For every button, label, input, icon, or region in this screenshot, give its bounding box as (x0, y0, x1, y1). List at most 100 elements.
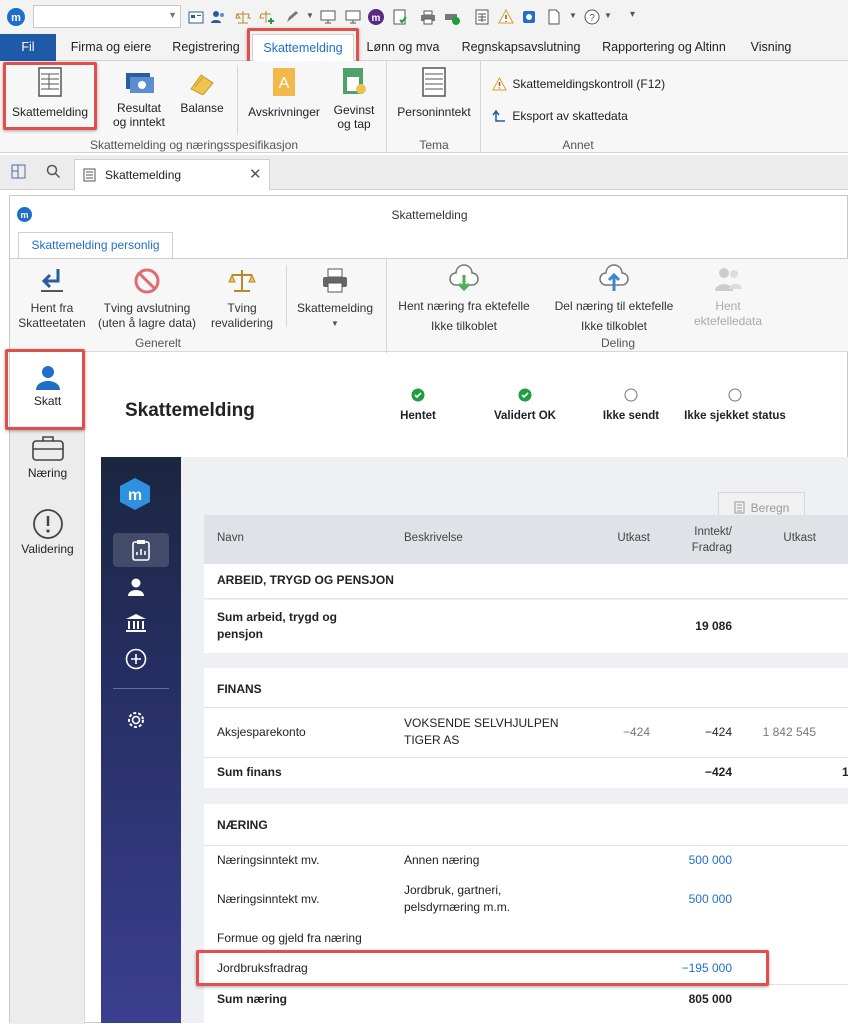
tab-visning[interactable]: Visning (742, 34, 800, 61)
company-select[interactable]: ▼ (33, 5, 181, 28)
scales-icon[interactable] (235, 9, 251, 25)
row-utkast: −424 (622, 725, 650, 739)
ribbon-divider (237, 65, 238, 135)
dropdown-arrow-icon[interactable]: ▼ (306, 11, 314, 20)
nav-clipboard-button[interactable] (113, 533, 169, 567)
help-book-icon[interactable] (521, 9, 537, 25)
ribbon-divider-3 (480, 61, 481, 153)
edit-icon[interactable] (284, 9, 300, 25)
balanse-button[interactable]: Balanse (176, 69, 228, 115)
group-label-generelt: Generelt (134, 336, 182, 350)
sum-label-1: Sum arbeid, trygd og (217, 610, 338, 624)
kontroll-label: Skattemeldingskontroll (F12) (512, 76, 666, 91)
section-title: ARBEID, TRYGD OG PENSJON (217, 573, 394, 587)
row-inntekt-link[interactable]: 500 000 (644, 891, 732, 908)
svg-text:?: ? (589, 13, 595, 24)
table-row[interactable]: Aksjesparekonto VOKSENDE SELVHJULPEN TIGE… (204, 708, 848, 758)
cloud-upload-icon (599, 264, 629, 291)
beregn-label: Beregn (750, 500, 790, 515)
highlight-jordbruksfradrag (196, 950, 769, 986)
gevinst-label-1: Gevinst (333, 103, 375, 117)
row-desc-1: Jordbruk, gartneri, (404, 883, 502, 897)
printer-check-icon[interactable] (444, 9, 460, 25)
checklist-icon[interactable] (392, 9, 408, 25)
hent-ekt-label-1: Hent (715, 299, 741, 313)
document-tab-label: Skattemelding (105, 168, 182, 182)
layout-icon[interactable] (11, 164, 26, 179)
close-icon[interactable]: ✕ (249, 165, 262, 183)
del-naering-status: Ikke tilkoblet (580, 319, 648, 333)
nav-divider (113, 688, 169, 689)
nav-validering[interactable]: Validering (10, 508, 85, 568)
eksport-button[interactable]: Eksport av skattedata (492, 106, 628, 124)
file-tab[interactable]: Fil (0, 34, 56, 61)
table-row[interactable]: Næringsinntekt mv. Annen næring 500 000 (204, 846, 848, 876)
header-utkast-2: Utkast (783, 532, 816, 544)
document-icon[interactable] (546, 9, 562, 25)
personinntekt-button[interactable]: Personinntekt (394, 67, 474, 119)
tab-registrering[interactable]: Registrering (166, 34, 246, 61)
nav-person-icon[interactable] (126, 577, 146, 597)
settings-gear-icon[interactable] (125, 709, 147, 731)
tab-skattemelding-personlig[interactable]: Skattemelding personlig (18, 232, 173, 258)
app-logo-icon: m (7, 8, 25, 26)
customize-icon[interactable]: ▾ (630, 9, 635, 20)
printer-icon[interactable] (420, 9, 436, 25)
scales-add-icon[interactable] (259, 9, 275, 25)
hent-ektefelledata-button[interactable]: Hent ektefelledata (688, 265, 768, 329)
users-icon[interactable] (210, 9, 226, 25)
hent-label-1: Hent fra (30, 301, 74, 315)
sum-label: Sum arbeid, trygd og pensjon (217, 609, 337, 643)
status-hentet-label: Hentet (400, 410, 436, 422)
group-label-skattemelding: Skattemelding og næringsspesifikasjon (89, 138, 299, 152)
svg-text:m: m (11, 12, 21, 24)
hent-naering-button[interactable]: Hent næring fra ektefelle Ikke tilkoblet (390, 263, 538, 334)
tving-revalidering-button[interactable]: Tving revalidering (206, 267, 278, 331)
left-nav: Skatt Næring Validering (10, 352, 85, 1024)
calculator-icon[interactable] (474, 9, 490, 25)
exclamation-circle-icon (32, 509, 63, 539)
cloud-download-icon (449, 264, 479, 292)
table-header: Navn Beskrivelse Utkast Inntekt/Fradrag … (204, 515, 848, 564)
scales-large-icon (228, 270, 256, 292)
form-icon[interactable] (188, 9, 204, 25)
header-navn: Navn (217, 532, 244, 544)
kontroll-button[interactable]: Skattemeldingskontroll (F12) (492, 74, 665, 92)
del-naering-button[interactable]: Del næring til ektefelle Ikke tilkoblet (544, 263, 684, 334)
tving-avslutning-button[interactable]: Tving avslutning (uten å lagre data) (95, 267, 199, 331)
avskrivninger-button[interactable]: A Avskrivninger (242, 67, 326, 119)
search-icon[interactable] (46, 164, 61, 179)
nav-naering[interactable]: Næring (10, 434, 85, 494)
tab-firma-og-eiere[interactable]: Firma og eiere (60, 34, 162, 61)
document-tab[interactable]: Skattemelding ✕ (74, 159, 270, 190)
row-description: Annen næring (404, 853, 480, 867)
table-row[interactable]: Næringsinntekt mv. Jordbruk, gartneri, pe… (204, 876, 848, 924)
help-circle-icon[interactable]: ? (584, 9, 600, 25)
chevron-down-icon: ▼ (168, 10, 177, 20)
tab-rapportering-og-altinn[interactable]: Rapportering og Altinn (594, 34, 734, 61)
sum-value: 805 000 (688, 992, 732, 1006)
row-description: VOKSENDE SELVHJULPEN TIGER AS (404, 715, 559, 749)
resultat-button[interactable]: Resultat og inntekt (106, 69, 172, 129)
monitor-icon[interactable] (320, 9, 336, 25)
tab-regnskapsavslutning[interactable]: Regnskapsavslutning (456, 34, 586, 61)
quick-access-toolbar: m ▼ ▼ m ▼ ? ▼ ▾ (0, 0, 848, 34)
hent-label-2: Skatteetaten (18, 316, 86, 330)
skattemelding-print-button[interactable]: Skattemelding ▼ (292, 267, 378, 331)
gevinst-button[interactable]: Gevinst og tap (330, 67, 378, 131)
add-circle-icon[interactable] (125, 648, 147, 670)
svg-text:m: m (128, 487, 142, 504)
hent-fra-skatteetaten-button[interactable]: Hent fra Skatteetaten (12, 267, 92, 331)
dropdown-arrow-icon-3[interactable]: ▼ (604, 11, 612, 20)
tab-lonn-og-mva[interactable]: Lønn og mva (360, 34, 446, 61)
nav-validering-label: Validering (21, 542, 74, 556)
hent-naering-status: Ikke tilkoblet (430, 319, 498, 333)
section-arbeid-header: ARBEID, TRYGD OG PENSJON (204, 564, 848, 599)
warning-icon[interactable] (498, 9, 514, 25)
export-icon (492, 109, 507, 123)
dropdown-arrow-icon-2[interactable]: ▼ (569, 11, 577, 20)
monitor-icon-2[interactable] (345, 9, 361, 25)
m-logo-icon[interactable]: m (368, 9, 384, 25)
bank-icon[interactable] (125, 613, 147, 633)
row-inntekt-link[interactable]: 500 000 (644, 852, 732, 869)
